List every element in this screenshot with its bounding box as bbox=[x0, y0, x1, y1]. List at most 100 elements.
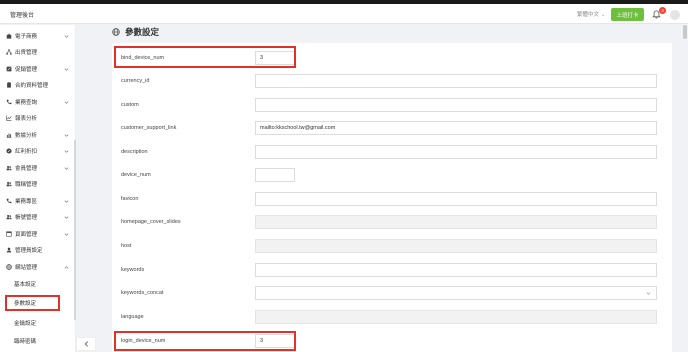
keywords-input[interactable] bbox=[255, 263, 657, 277]
form-row-host: host bbox=[112, 235, 672, 259]
sidebar-item-label: 促銷管理 bbox=[15, 67, 38, 73]
chevron-down-icon bbox=[64, 34, 69, 38]
sidebar-item-11[interactable]: 業務專區 bbox=[0, 194, 74, 208]
sidebar-item-5[interactable]: 業務查詢 bbox=[0, 95, 74, 109]
sidebar-item-14[interactable]: 管理員設定 bbox=[0, 243, 74, 257]
keywords-concat-select[interactable] bbox=[255, 286, 657, 300]
phone-icon bbox=[6, 198, 12, 204]
chevron-down-icon bbox=[64, 166, 69, 170]
customer-support-link-input[interactable]: mailto:kkschool.tw@gmail.com bbox=[255, 121, 657, 135]
device-num-input[interactable] bbox=[255, 168, 295, 182]
globe-icon bbox=[6, 264, 12, 270]
avatar[interactable] bbox=[670, 10, 680, 20]
custom-input[interactable] bbox=[255, 98, 657, 112]
sidebar-item-label: 職稱管理 bbox=[15, 182, 38, 188]
favicon-input[interactable] bbox=[255, 192, 657, 206]
sidebar-subitem-1[interactable]: 基本設定 bbox=[0, 277, 74, 291]
field-label: currency_id bbox=[121, 78, 150, 84]
sidebar-item-15[interactable]: 網站管理 bbox=[0, 260, 74, 274]
description-input[interactable] bbox=[255, 145, 657, 159]
sidebar-item-6[interactable]: 報表分析 bbox=[0, 111, 74, 125]
field-value: mailto:kkschool.tw@gmail.com bbox=[260, 125, 336, 131]
sidebar-item-13[interactable]: 頁面管理 bbox=[0, 227, 74, 241]
sidebar-item-label: 報表分析 bbox=[15, 116, 38, 122]
chevron-down-icon bbox=[64, 100, 69, 104]
form-row-keywords: keywords bbox=[112, 259, 672, 283]
sidebar-item-label: 出貨管理 bbox=[15, 50, 38, 56]
form-row-language: language bbox=[112, 306, 672, 330]
sidebar-item-4[interactable]: 合約資料管理 bbox=[0, 78, 74, 92]
sidebar-item-9[interactable]: 會員管理 bbox=[0, 161, 74, 175]
sitemap-icon bbox=[6, 49, 12, 55]
sidebar-item-label: 電子商務 bbox=[15, 34, 38, 40]
field-label: host bbox=[121, 243, 132, 249]
field-label: homepage_cover_slides bbox=[121, 219, 181, 225]
users-icon bbox=[6, 214, 12, 220]
sidebar-subitem-label: 臨時密碼 bbox=[14, 339, 37, 345]
globe-icon bbox=[112, 28, 120, 36]
clock-in-button[interactable]: 上班打卡 bbox=[611, 8, 644, 21]
main-content: 參數設定 bind_device_num 3 currency_idcustom cu… bbox=[100, 25, 680, 352]
sidebar-subitem-label: 基本設定 bbox=[14, 282, 37, 288]
login-device-num-input[interactable]: 3 bbox=[255, 334, 295, 348]
contract-icon bbox=[6, 82, 12, 88]
field-label: bind_device_num bbox=[121, 55, 165, 61]
sidebar-item-10[interactable]: 職稱管理 bbox=[0, 177, 74, 191]
top-header: 管理後台 繁體中文 ⌄ 上班打卡 3 bbox=[0, 4, 688, 24]
settings-form: bind_device_num 3 currency_idcustom custome… bbox=[112, 43, 672, 352]
field-label: custom bbox=[121, 102, 139, 108]
sidebar: 電子商務出貨管理促銷管理合約資料管理業務查詢報表分析數據分析紅利折扣會員管理職稱… bbox=[0, 25, 76, 352]
language-selector[interactable]: 繁體中文 ⌄ bbox=[577, 10, 605, 18]
active-item-highlight bbox=[5, 295, 60, 311]
form-row-homepage-cover-slides: homepage_cover_slides bbox=[112, 211, 672, 235]
sidebar-item-3[interactable]: 促銷管理 bbox=[0, 62, 74, 76]
sidebar-item-2[interactable]: 出貨管理 bbox=[0, 45, 74, 59]
bind-device-num-input[interactable]: 3 bbox=[255, 51, 295, 65]
sidebar-item-label: 帳號管理 bbox=[15, 215, 38, 221]
sidebar-subitem-3[interactable]: 金鑰設定 bbox=[0, 316, 74, 330]
page-header: 參數設定 bbox=[112, 25, 159, 39]
field-label: login_device_num bbox=[121, 338, 166, 344]
sidebar-item-7[interactable]: 數據分析 bbox=[0, 128, 74, 142]
field-value: 3 bbox=[260, 338, 264, 344]
sidebar-collapse-button[interactable] bbox=[76, 337, 96, 351]
user-icon bbox=[6, 247, 12, 253]
field-label: favicon bbox=[121, 196, 139, 202]
host-input bbox=[255, 239, 657, 253]
field-label: keywords bbox=[121, 267, 145, 273]
sidebar-item-1[interactable]: 電子商務 bbox=[0, 29, 74, 43]
users-icon bbox=[6, 165, 12, 171]
sidebar-item-label: 會員管理 bbox=[15, 166, 38, 172]
sidebar-item-12[interactable]: 帳號管理 bbox=[0, 210, 74, 224]
sidebar-subitem-label: 金鑰設定 bbox=[14, 321, 37, 327]
app-title[interactable]: 管理後台 bbox=[10, 10, 34, 19]
sidebar-item-label: 頁面管理 bbox=[15, 232, 38, 238]
chevron-down-icon bbox=[646, 292, 651, 295]
page-icon bbox=[6, 231, 12, 237]
currency-id-input[interactable] bbox=[255, 74, 657, 88]
form-row-login-device-num: login_device_num 3 bbox=[112, 330, 672, 352]
language-label: 繁體中文 bbox=[577, 12, 600, 18]
field-label: keywords_concat bbox=[121, 290, 164, 296]
form-row-keywords-concat: keywords_concat bbox=[112, 282, 672, 306]
sidebar-scrollbar[interactable] bbox=[74, 140, 76, 320]
chart-icon bbox=[6, 115, 12, 121]
sidebar-item-label: 網站管理 bbox=[15, 265, 38, 271]
form-row-currency-id: currency_id bbox=[112, 70, 672, 94]
sidebar-item-8[interactable]: 紅利折扣 bbox=[0, 144, 74, 158]
sidebar-subitem-4[interactable]: 臨時密碼 bbox=[0, 334, 74, 348]
chevron-down-icon bbox=[64, 133, 69, 137]
sidebar-item-label: 紅利折扣 bbox=[15, 149, 38, 155]
bar-chart-icon bbox=[6, 132, 12, 138]
field-label: customer_support_link bbox=[121, 125, 177, 131]
phone-icon bbox=[6, 99, 12, 105]
form-row-customer-support-link: customer_support_link mailto:kkschool.tw@… bbox=[112, 117, 672, 141]
field-label: device_num bbox=[121, 172, 151, 178]
page-scrollbar[interactable] bbox=[683, 25, 687, 39]
homepage-cover-slides-input bbox=[255, 215, 657, 229]
sidebar-item-label: 合約資料管理 bbox=[15, 83, 49, 89]
chevron-down-icon bbox=[64, 199, 69, 203]
form-row-favicon: favicon bbox=[112, 188, 672, 212]
gift-icon bbox=[6, 148, 12, 154]
field-label: language bbox=[121, 314, 144, 320]
